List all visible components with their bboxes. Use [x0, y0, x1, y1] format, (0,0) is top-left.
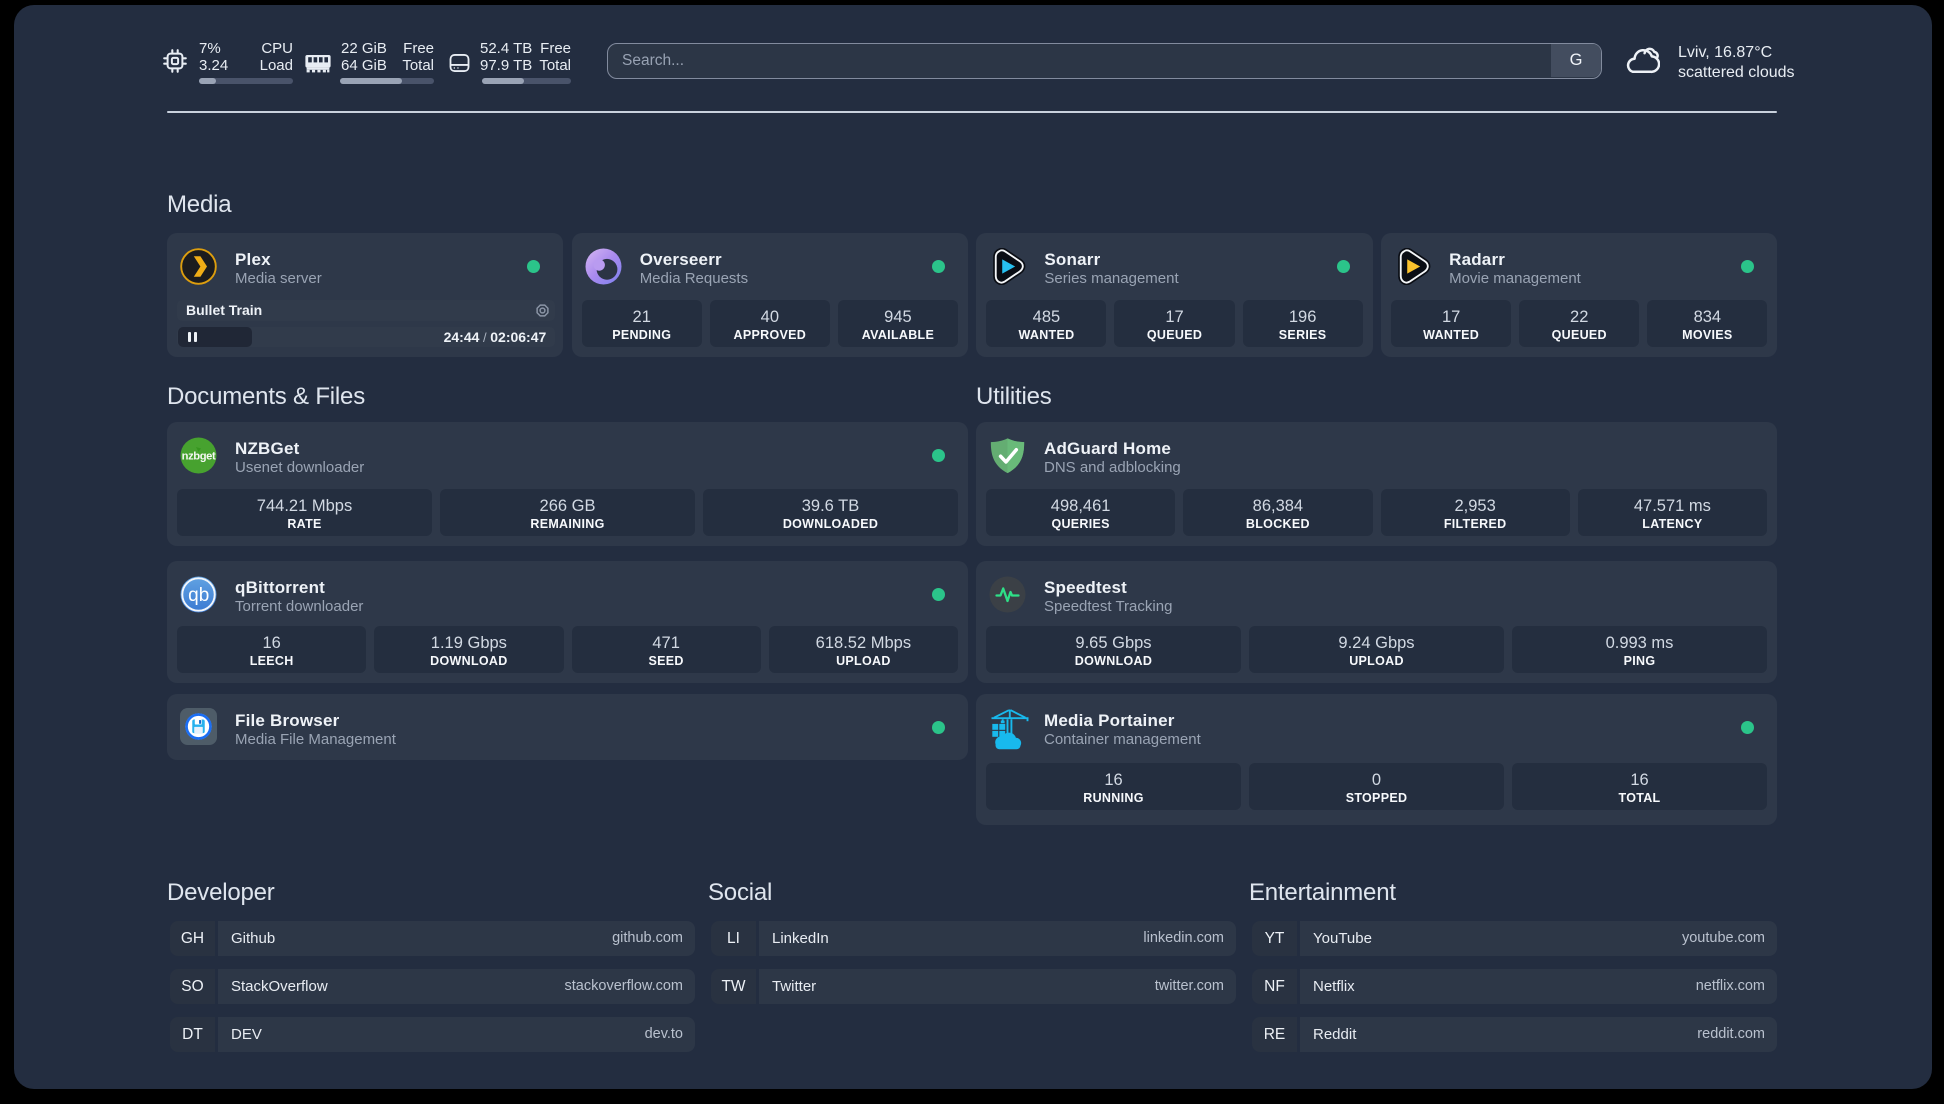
svg-text:nzbget: nzbget	[182, 451, 216, 463]
svg-text:qb: qb	[188, 585, 209, 606]
